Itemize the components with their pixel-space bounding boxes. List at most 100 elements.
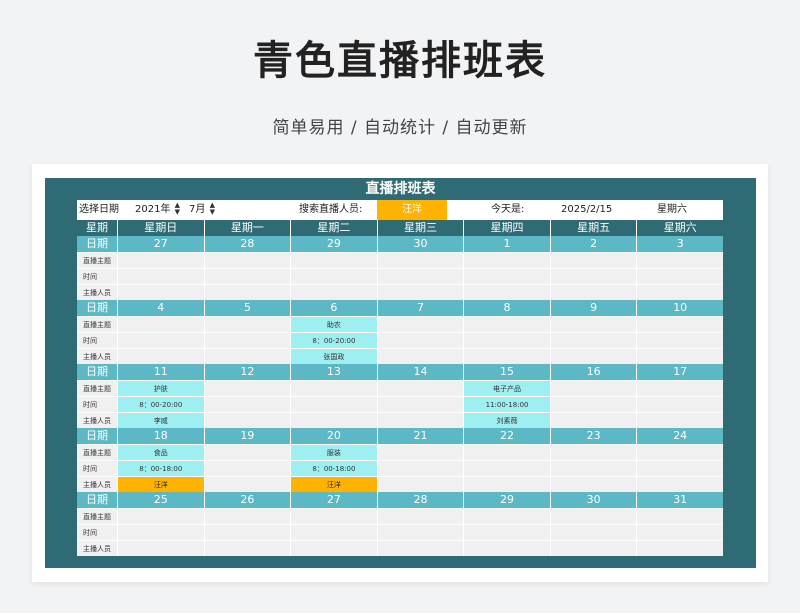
schedule-cell[interactable] xyxy=(463,460,550,476)
schedule-cell[interactable] xyxy=(636,524,723,540)
schedule-cell[interactable] xyxy=(636,396,723,412)
schedule-cell[interactable] xyxy=(376,444,464,460)
date-cell[interactable]: 19 xyxy=(203,428,291,444)
date-cell[interactable]: 3 xyxy=(636,236,723,252)
schedule-cell[interactable] xyxy=(203,332,291,348)
schedule-cell[interactable] xyxy=(376,332,464,348)
schedule-cell[interactable] xyxy=(203,412,291,428)
schedule-cell[interactable] xyxy=(117,524,204,540)
schedule-cell[interactable] xyxy=(203,284,291,300)
schedule-cell[interactable] xyxy=(376,284,464,300)
schedule-cell[interactable] xyxy=(636,348,723,364)
schedule-cell[interactable] xyxy=(549,284,637,300)
schedule-cell[interactable] xyxy=(549,444,637,460)
schedule-cell[interactable] xyxy=(203,460,291,476)
schedule-cell[interactable] xyxy=(290,412,377,428)
schedule-cell[interactable] xyxy=(203,396,291,412)
schedule-cell[interactable] xyxy=(636,476,723,492)
schedule-cell-time[interactable]: 11:00-18:00 xyxy=(463,396,550,412)
schedule-cell[interactable] xyxy=(376,380,464,396)
schedule-cell[interactable] xyxy=(376,252,464,268)
schedule-cell[interactable] xyxy=(549,380,637,396)
schedule-cell[interactable] xyxy=(117,268,204,284)
schedule-cell-host[interactable]: 张国政 xyxy=(290,348,377,364)
schedule-cell[interactable] xyxy=(463,524,550,540)
schedule-cell-host[interactable]: 刘素薇 xyxy=(463,412,550,428)
date-cell[interactable]: 21 xyxy=(376,428,464,444)
schedule-cell[interactable] xyxy=(203,476,291,492)
schedule-cell[interactable] xyxy=(290,508,377,524)
schedule-cell[interactable] xyxy=(549,348,637,364)
schedule-cell[interactable] xyxy=(549,540,637,556)
schedule-cell[interactable] xyxy=(117,252,204,268)
schedule-cell-host[interactable]: 李威 xyxy=(117,412,204,428)
schedule-cell-time[interactable]: 8：00-18:00 xyxy=(290,460,377,476)
schedule-cell[interactable] xyxy=(549,460,637,476)
date-cell[interactable]: 9 xyxy=(549,300,637,316)
date-cell[interactable]: 10 xyxy=(636,300,723,316)
schedule-cell[interactable] xyxy=(117,508,204,524)
schedule-cell[interactable] xyxy=(290,524,377,540)
schedule-cell[interactable] xyxy=(636,316,723,332)
date-cell[interactable]: 2 xyxy=(549,236,637,252)
schedule-cell[interactable] xyxy=(203,348,291,364)
schedule-cell-host[interactable]: 汪洋 xyxy=(117,476,204,492)
schedule-cell[interactable] xyxy=(636,284,723,300)
schedule-cell-time[interactable]: 8：00-20:00 xyxy=(290,332,377,348)
schedule-cell[interactable] xyxy=(549,412,637,428)
date-cell[interactable]: 30 xyxy=(376,236,464,252)
date-cell[interactable]: 13 xyxy=(290,364,377,380)
date-cell[interactable]: 12 xyxy=(203,364,291,380)
schedule-cell[interactable] xyxy=(117,348,204,364)
schedule-cell[interactable] xyxy=(203,252,291,268)
schedule-cell[interactable] xyxy=(549,268,637,284)
schedule-cell-theme[interactable]: 电子产品 xyxy=(463,380,550,396)
date-cell[interactable]: 18 xyxy=(117,428,204,444)
search-host-input[interactable]: 汪洋 xyxy=(377,200,447,220)
schedule-cell-theme[interactable]: 服装 xyxy=(290,444,377,460)
schedule-cell-host[interactable]: 汪洋 xyxy=(290,476,377,492)
schedule-cell-theme[interactable]: 食品 xyxy=(117,444,204,460)
schedule-cell[interactable] xyxy=(549,476,637,492)
schedule-cell-time[interactable]: 8：00-18:00 xyxy=(117,460,204,476)
month-spinner-icon[interactable]: ▲ ▼ xyxy=(210,202,215,216)
schedule-cell[interactable] xyxy=(203,540,291,556)
date-cell[interactable]: 17 xyxy=(636,364,723,380)
date-cell[interactable]: 22 xyxy=(463,428,550,444)
schedule-cell[interactable] xyxy=(376,540,464,556)
schedule-cell[interactable] xyxy=(463,268,550,284)
schedule-cell[interactable] xyxy=(117,332,204,348)
date-cell[interactable]: 14 xyxy=(376,364,464,380)
schedule-cell[interactable] xyxy=(636,460,723,476)
schedule-cell[interactable] xyxy=(463,332,550,348)
date-cell[interactable]: 29 xyxy=(463,492,550,508)
schedule-cell[interactable] xyxy=(549,332,637,348)
date-cell[interactable]: 8 xyxy=(463,300,550,316)
schedule-cell[interactable] xyxy=(463,316,550,332)
schedule-cell[interactable] xyxy=(203,268,291,284)
schedule-cell[interactable] xyxy=(636,412,723,428)
schedule-cell[interactable] xyxy=(636,508,723,524)
schedule-cell[interactable] xyxy=(117,316,204,332)
date-cell[interactable]: 28 xyxy=(376,492,464,508)
date-cell[interactable]: 24 xyxy=(636,428,723,444)
schedule-cell[interactable] xyxy=(376,412,464,428)
schedule-cell[interactable] xyxy=(549,508,637,524)
schedule-cell[interactable] xyxy=(549,252,637,268)
year-spinner-icon[interactable]: ▲ ▼ xyxy=(175,202,180,216)
schedule-cell-theme[interactable]: 助农 xyxy=(290,316,377,332)
schedule-cell[interactable] xyxy=(463,508,550,524)
schedule-cell[interactable] xyxy=(376,524,464,540)
date-cell[interactable]: 31 xyxy=(636,492,723,508)
schedule-cell[interactable] xyxy=(203,508,291,524)
date-cell[interactable]: 29 xyxy=(290,236,377,252)
date-cell[interactable]: 20 xyxy=(290,428,377,444)
date-cell[interactable]: 6 xyxy=(290,300,377,316)
date-cell[interactable]: 26 xyxy=(203,492,291,508)
date-cell[interactable]: 11 xyxy=(117,364,204,380)
schedule-cell[interactable] xyxy=(290,268,377,284)
date-cell[interactable]: 23 xyxy=(549,428,637,444)
schedule-cell[interactable] xyxy=(549,396,637,412)
year-selector[interactable]: 2021年 ▲ ▼ xyxy=(135,200,180,220)
schedule-cell[interactable] xyxy=(203,316,291,332)
